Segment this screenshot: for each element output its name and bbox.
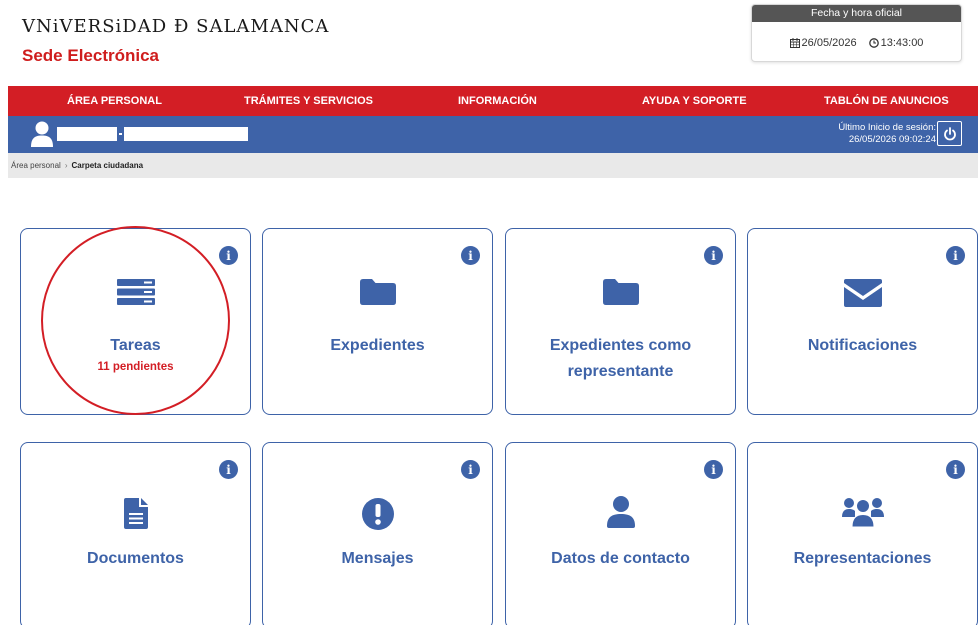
info-icon[interactable]: i [946,246,965,265]
info-icon[interactable]: i [461,246,480,265]
last-login-info: Último Inicio de sesión: 26/05/2026 09:0… [838,122,936,146]
info-icon[interactable]: i [461,460,480,479]
card-datos-contacto[interactable]: i Datos de contacto [505,442,736,625]
card-representaciones[interactable]: i Representaciones [747,442,978,625]
power-icon [943,126,956,140]
date-display: 26/05/2026 [789,37,857,49]
time-display: 13:43:00 [868,37,924,49]
folder-icon [263,279,492,305]
breadcrumb-chevron-icon: › [64,161,68,170]
card-title: Tareas [110,337,161,354]
breadcrumb-area-personal[interactable]: Área personal [11,161,61,170]
datetime-title: Fecha y hora oficial [752,5,961,22]
card-title: Mensajes [341,550,414,567]
nav-tramites-servicios[interactable]: TRÁMITES Y SERVICIOS [244,95,373,107]
card-title: Representaciones [793,550,932,567]
user-avatar-icon [31,121,53,147]
info-icon[interactable]: i [704,460,723,479]
card-title: Datos de contacto [551,550,690,567]
user-icon [506,496,735,528]
card-expedientes[interactable]: i Expedientes [262,228,493,415]
redacted-user-name [57,127,117,141]
exclamation-icon [263,498,492,530]
card-documentos[interactable]: i Documentos [20,442,251,625]
nav-informacion[interactable]: INFORMACIÓN [458,95,537,107]
breadcrumb-current: Carpeta ciudadana [71,161,144,170]
logout-button[interactable] [937,121,962,146]
card-title: Expedientes como representante [549,337,692,380]
card-notificaciones[interactable]: i Notificaciones [747,228,978,415]
calendar-icon [789,38,800,48]
info-icon[interactable]: i [704,246,723,265]
official-datetime-box: Fecha y hora oficial 26/05/2026 13:43:00 [751,4,962,62]
user-bar: Último Inicio de sesión: 26/05/2026 09:0… [8,116,978,153]
breadcrumb: Área personal › Carpeta ciudadana [8,153,978,178]
card-title: Expedientes [330,337,425,354]
date-value: 26/05/2026 [801,37,857,49]
info-icon[interactable]: i [219,246,238,265]
users-icon [748,497,977,527]
envelope-icon [748,279,977,307]
card-tareas[interactable]: i Tareas 11 pendientes [20,228,251,415]
sede-electronica-title[interactable]: Sede Electrónica [22,46,159,66]
tasks-icon [21,279,250,305]
card-mensajes[interactable]: i Mensajes [262,442,493,625]
info-icon[interactable]: i [219,460,238,479]
last-login-value: 26/05/2026 09:02:24 [848,134,936,145]
document-icon [21,498,250,529]
page: VNiVERSiDAD Ð SALAMANCA Sede Electrónica… [0,0,978,625]
redacted-user-surname [124,127,248,141]
redacted-separator [119,133,122,135]
nav-area-personal[interactable]: ÁREA PERSONAL [67,95,162,107]
university-logo[interactable]: VNiVERSiDAD Ð SALAMANCA [22,16,329,37]
folder-icon [506,279,735,305]
info-icon[interactable]: i [946,460,965,479]
main-navigation: ÁREA PERSONAL TRÁMITES Y SERVICIOS INFOR… [8,86,978,116]
card-title: Documentos [87,550,184,567]
nav-ayuda-soporte[interactable]: AYUDA Y SOPORTE [642,95,747,107]
clock-icon [868,38,879,48]
card-title: Notificaciones [807,337,918,354]
pending-count: 11 pendientes [97,361,174,373]
card-expedientes-representante[interactable]: i Expedientes como representante [505,228,736,415]
last-login-label: Último Inicio de sesión: [838,122,936,133]
nav-tablon-anuncios[interactable]: TABLÓN DE ANUNCIOS [824,95,949,107]
time-value: 13:43:00 [880,37,924,49]
